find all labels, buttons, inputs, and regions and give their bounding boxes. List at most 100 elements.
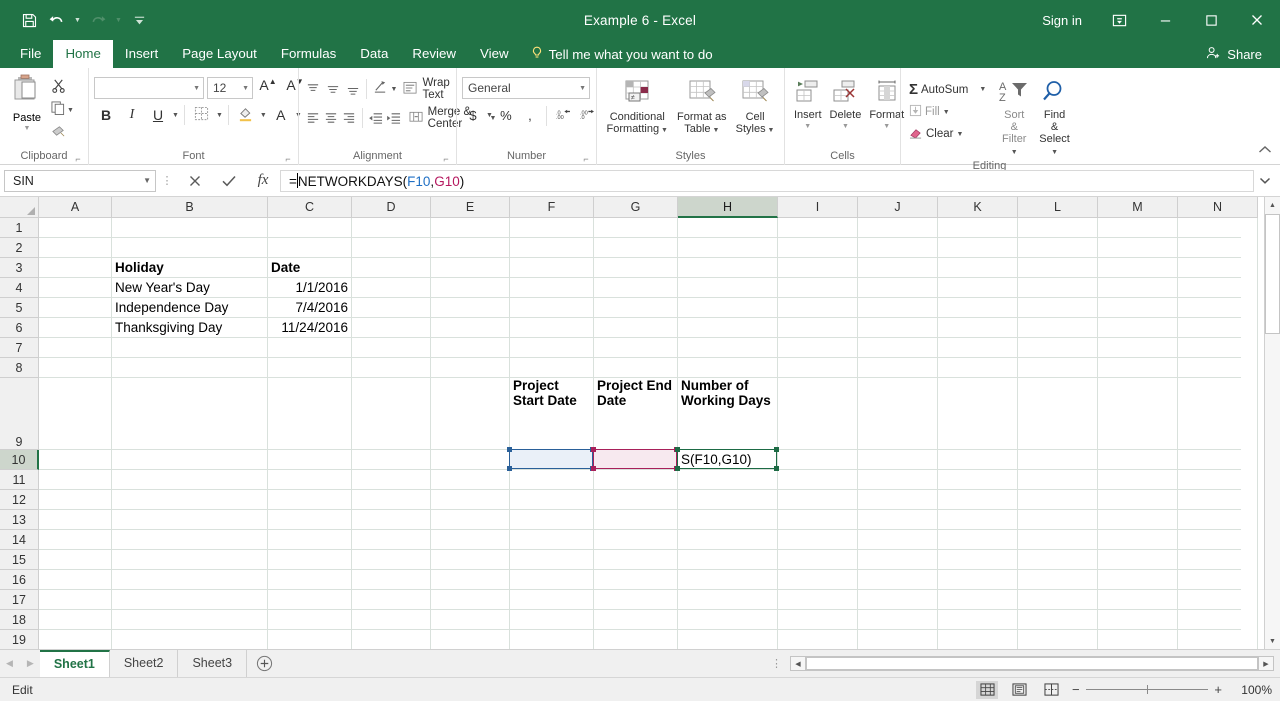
font-dialog-launcher[interactable]: ⌐ [283, 154, 293, 164]
row-header-1[interactable]: 1 [0, 218, 39, 238]
cell-H10[interactable]: S(F10,G10) [678, 450, 777, 469]
column-header-B[interactable]: B [112, 197, 268, 218]
column-header-C[interactable]: C [268, 197, 352, 218]
accounting-format-button[interactable]: $ [462, 105, 484, 126]
font-size-input[interactable]: 12 ▼ [207, 77, 253, 99]
align-right-button[interactable] [341, 108, 358, 129]
insert-function-icon[interactable]: fx [246, 168, 280, 194]
normal-view-icon[interactable] [976, 680, 998, 699]
increase-font-size-button[interactable]: A ▲ [256, 77, 280, 99]
sheet-bar-splitter[interactable]: ⋮ [771, 657, 790, 670]
page-layout-view-icon[interactable] [1008, 681, 1030, 699]
autosum-caret[interactable]: ▼ [979, 86, 986, 93]
decrease-decimal-button[interactable]: .00.0 [576, 105, 598, 126]
vertical-scrollbar[interactable]: ▲ ▼ [1264, 197, 1280, 649]
clear-button[interactable]: Clear ▼ [906, 124, 989, 144]
orientation-dropdown-caret[interactable]: ▼ [391, 86, 398, 93]
collapse-ribbon-icon[interactable] [1258, 145, 1272, 158]
ribbon-display-options-icon[interactable] [1096, 0, 1142, 40]
copy-dropdown-caret[interactable]: ▼ [67, 107, 74, 114]
align-left-button[interactable] [304, 108, 321, 129]
undo-icon[interactable] [44, 7, 70, 33]
underline-dropdown-caret[interactable]: ▼ [172, 112, 179, 119]
fs-caret[interactable]: ▼ [1051, 149, 1058, 156]
cs-caret[interactable]: ▼ [766, 127, 775, 134]
delete-caret[interactable]: ▼ [842, 123, 849, 130]
row-header-7[interactable]: 7 [0, 338, 39, 358]
cell-G9[interactable]: Project End Date [594, 378, 677, 449]
cut-button[interactable] [51, 78, 74, 98]
tell-me-search[interactable]: Tell me what you want to do [521, 40, 723, 68]
cell-G10[interactable]: 12/31/2016 [594, 450, 677, 469]
tab-review[interactable]: Review [400, 40, 468, 68]
tab-page-layout[interactable]: Page Layout [170, 40, 269, 68]
number-dialog-launcher[interactable]: ⌐ [581, 154, 591, 164]
share-button[interactable]: Share [1198, 46, 1270, 63]
row-header-8[interactable]: 8 [0, 358, 39, 378]
column-header-A[interactable]: A [39, 197, 112, 218]
zoom-track[interactable] [1085, 685, 1209, 694]
row-header-3[interactable]: 3 [0, 258, 39, 278]
scroll-down-arrow[interactable]: ▼ [1265, 633, 1280, 649]
tab-view[interactable]: View [468, 40, 521, 68]
cell-C3[interactable]: Date [268, 258, 351, 277]
cell-B3[interactable]: Holiday [112, 258, 267, 277]
paste-dropdown-caret[interactable]: ▼ [24, 125, 31, 132]
accounting-dropdown-caret[interactable]: ▼ [486, 112, 493, 119]
row-header-15[interactable]: 15 [0, 550, 39, 570]
percent-format-button[interactable]: % [495, 105, 517, 126]
column-header-L[interactable]: L [1018, 197, 1098, 218]
hscroll-left-arrow[interactable]: ◀ [790, 656, 806, 671]
cell-F9[interactable]: Project Start Date [510, 378, 593, 449]
minimize-icon[interactable] [1142, 0, 1188, 40]
horizontal-scrollbar[interactable]: ◀ ▶ [790, 656, 1280, 672]
cf-caret[interactable]: ▼ [659, 127, 668, 134]
row-header-18[interactable]: 18 [0, 610, 39, 630]
row-header-5[interactable]: 5 [0, 298, 39, 318]
align-center-button[interactable] [322, 108, 339, 129]
expand-formula-bar-icon[interactable] [1254, 176, 1276, 185]
row-header-9[interactable]: 9 [0, 378, 39, 450]
sign-in-button[interactable]: Sign in [1028, 13, 1096, 28]
conditional-formatting-button[interactable]: ≠ Conditional Formatting ▼ [603, 77, 672, 137]
cell-F10[interactable]: 1/1/2016 [510, 450, 593, 469]
decrease-indent-button[interactable] [367, 108, 384, 129]
fat-caret[interactable]: ▼ [711, 127, 719, 134]
close-icon[interactable] [1234, 0, 1280, 40]
column-header-E[interactable]: E [431, 197, 510, 218]
column-header-F[interactable]: F [510, 197, 594, 218]
tab-data[interactable]: Data [348, 40, 400, 68]
align-middle-button[interactable] [324, 79, 343, 100]
row-header-2[interactable]: 2 [0, 238, 39, 258]
column-header-J[interactable]: J [858, 197, 938, 218]
sheet-tab-sheet3[interactable]: Sheet3 [178, 650, 248, 677]
confirm-checkmark-icon[interactable] [212, 168, 246, 194]
cell-B5[interactable]: Independence Day [112, 298, 267, 317]
fill-button[interactable]: Fill ▼ [906, 102, 989, 122]
sf-caret[interactable]: ▼ [1011, 149, 1018, 156]
zoom-out-button[interactable]: − [1072, 683, 1080, 696]
cell-C6[interactable]: 11/24/2016 [268, 318, 351, 337]
row-header-14[interactable]: 14 [0, 530, 39, 550]
fill-color-button[interactable] [234, 104, 258, 126]
fill-color-dropdown-caret[interactable]: ▼ [260, 112, 267, 119]
font-name-input[interactable]: ▼ [94, 77, 204, 99]
copy-button[interactable]: ▼ [51, 101, 74, 120]
page-break-preview-icon[interactable] [1040, 681, 1062, 699]
clipboard-dialog-launcher[interactable]: ⌐ [73, 154, 83, 164]
horizontal-scroll-thumb[interactable] [806, 657, 1258, 670]
zoom-slider[interactable]: − + [1072, 683, 1222, 696]
formula-input[interactable]: =NETWORKDAYS(F10,G10) [280, 169, 1254, 192]
column-header-G[interactable]: G [594, 197, 678, 218]
wrap-text-button[interactable]: Wrap Text [398, 77, 463, 101]
row-header-17[interactable]: 17 [0, 590, 39, 610]
redo-dropdown-caret[interactable]: ▼ [113, 7, 124, 33]
row-header-19[interactable]: 19 [0, 630, 39, 649]
cell-C4[interactable]: 1/1/2016 [268, 278, 351, 297]
tab-insert[interactable]: Insert [113, 40, 170, 68]
name-box-caret[interactable]: ▼ [143, 176, 151, 185]
row-header-4[interactable]: 4 [0, 278, 39, 298]
save-icon[interactable] [16, 7, 42, 33]
number-format-select[interactable]: General ▼ [462, 77, 590, 99]
italic-button[interactable]: I [120, 104, 144, 126]
